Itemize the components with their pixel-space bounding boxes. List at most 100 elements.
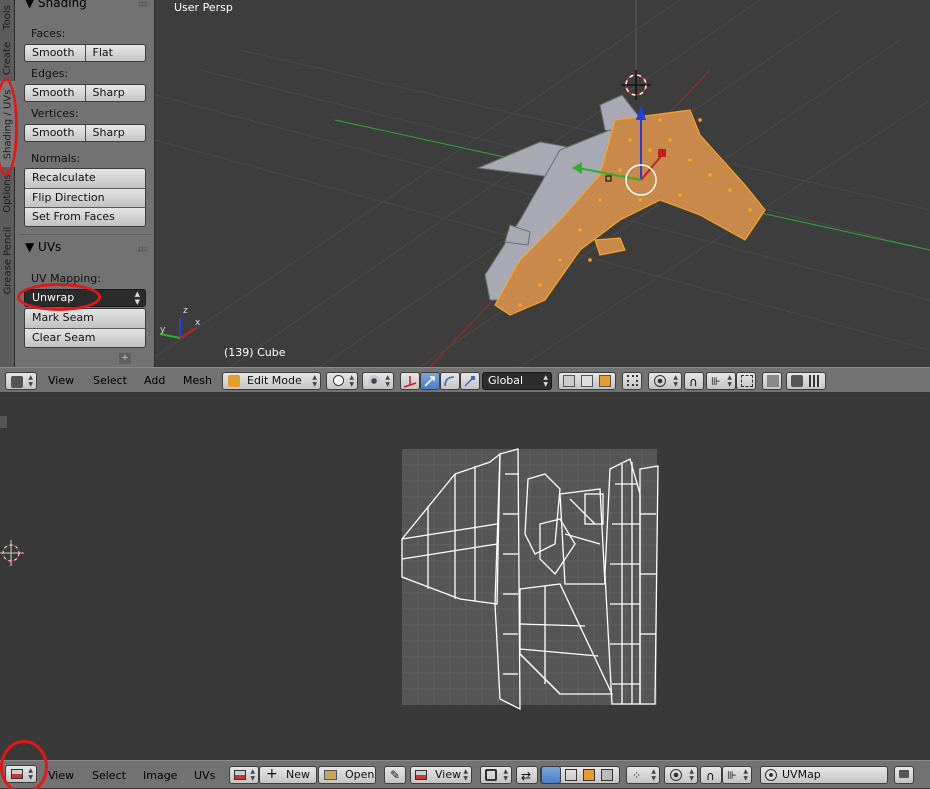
menu-view[interactable]: View (48, 372, 74, 390)
updown-arrows-icon: ▲ ▼ (673, 374, 678, 388)
menu-mesh[interactable]: Mesh (183, 372, 212, 390)
vertices-smooth-button[interactable]: Smooth (25, 125, 85, 141)
pivot-point-dropdown[interactable]: ▲ ▼ (362, 372, 394, 390)
rotate-manipulator-button[interactable] (440, 372, 460, 390)
snap-element-dropdown[interactable]: ⊪ ▲ ▼ (706, 372, 736, 390)
view-mode-dropdown[interactable]: View ▲ ▼ (410, 766, 472, 784)
vertex-select-icon[interactable] (563, 375, 575, 387)
faces-flat-button[interactable]: Flat (84, 45, 146, 61)
uv-map-field[interactable]: UVMap (760, 766, 888, 784)
select-mode-buttons[interactable] (558, 372, 616, 390)
face-select-icon[interactable] (599, 375, 611, 387)
uv-image-editor[interactable] (0, 394, 930, 760)
uv-select-mode-buttons[interactable] (540, 766, 620, 784)
updown-arrows-icon: ▲ ▼ (743, 768, 748, 782)
uv-pivot-dropdown[interactable]: ▲ ▼ (480, 766, 512, 784)
shading-panel-header[interactable]: ▼ Shading (25, 0, 87, 10)
tab-tools[interactable]: Tools (0, 0, 15, 35)
lock-icon (899, 770, 909, 778)
editor-type-button[interactable]: ▲ ▼ (5, 372, 37, 390)
menu-image[interactable]: Image (143, 767, 177, 785)
viewport-shading-dropdown[interactable]: ▲ ▼ (326, 372, 358, 390)
translate-manipulator-button[interactable] (420, 372, 440, 390)
vertices-label: Vertices: (31, 107, 79, 120)
clapper-icon[interactable] (809, 375, 821, 387)
tool-shelf-toggle-icon (0, 416, 7, 428)
sticky-selection-dropdown[interactable]: ⁘ ▲ ▼ (626, 766, 660, 784)
flip-direction-button[interactable]: Flip Direction (25, 188, 145, 207)
uv-face-select-icon[interactable] (583, 769, 595, 781)
tab-create[interactable]: Create (0, 36, 15, 80)
uv-editor-canvas[interactable] (0, 394, 930, 760)
panel-grip-icon[interactable] (138, 246, 148, 252)
uv-proportional-dropdown[interactable]: ▲ ▼ (664, 766, 698, 784)
edit-mode-icon (228, 375, 240, 387)
edge-select-icon[interactable] (581, 375, 593, 387)
tab-options[interactable]: Options (0, 168, 15, 218)
3d-viewport[interactable]: User Persp (139) Cube z y x Tools Create… (0, 0, 930, 367)
editor-type-button[interactable]: ▲ ▼ (5, 765, 37, 783)
uvs-panel-header[interactable]: ▼ UVs (25, 240, 61, 254)
uv-snap-element-dropdown[interactable]: ⊪ ▲ ▼ (722, 766, 752, 784)
add-panel-icon[interactable]: + (119, 353, 131, 364)
edges-sharp-button[interactable]: Sharp (84, 85, 146, 101)
faces-smooth-button[interactable]: Smooth (25, 45, 85, 61)
tool-shelf-tabs: Tools Create Shading / UVs Options Greas… (0, 0, 15, 367)
image-browse-dropdown[interactable]: ▲ ▼ (229, 766, 259, 784)
uv-snap-toggle[interactable]: ∩ (700, 766, 722, 784)
arrow-icon (424, 376, 435, 387)
edges-smooth-button[interactable]: Smooth (25, 85, 85, 101)
set-from-faces-button[interactable]: Set From Faces (25, 207, 145, 226)
menu-view[interactable]: View (48, 767, 74, 785)
rotate-arc-icon (444, 376, 455, 387)
pin-image-button[interactable]: ✎ (384, 766, 406, 784)
sync-selection-button[interactable]: ⇄ (516, 766, 538, 784)
orientation-label: Global (488, 374, 524, 387)
proportional-edit-dropdown[interactable]: ▲ ▼ (648, 372, 682, 390)
mark-seam-button[interactable]: Mark Seam (25, 309, 145, 328)
manipulator-toggle[interactable] (400, 372, 420, 390)
seam-button-column: Mark Seam Clear Seam (24, 308, 146, 348)
snap-toggle[interactable]: ∩ (684, 372, 704, 390)
camera-icon[interactable] (791, 375, 803, 387)
snap-increment-icon: ⊪ (711, 375, 721, 388)
tab-shading-uvs[interactable]: Shading / UVs (0, 81, 15, 167)
limit-selection-button[interactable] (622, 372, 642, 390)
open-image-button[interactable]: Open (318, 766, 376, 784)
menu-uvs[interactable]: UVs (194, 767, 215, 785)
vertices-sharp-button[interactable]: Sharp (84, 125, 146, 141)
new-image-button[interactable]: + New (259, 766, 317, 784)
panel-grip-icon[interactable] (138, 1, 148, 7)
updown-arrows-icon: ▲ ▼ (28, 767, 33, 781)
updown-arrows-icon: ▲ ▼ (28, 374, 33, 388)
scale-manipulator-button[interactable] (460, 372, 480, 390)
uv-island-select-icon[interactable] (601, 769, 613, 781)
tool-shelf: ▼ Shading Faces: Smooth Flat Edges: Smoo… (15, 0, 155, 367)
2d-cursor[interactable] (0, 540, 24, 566)
object-info: (139) Cube (224, 346, 286, 359)
menu-select[interactable]: Select (93, 372, 127, 390)
clear-seam-button[interactable]: Clear Seam (25, 328, 145, 347)
uv-vertex-select-icon[interactable] (541, 766, 561, 784)
layers-button[interactable] (736, 372, 756, 390)
copy-layout-button[interactable] (762, 372, 782, 390)
magnet-icon: ∩ (689, 375, 698, 389)
tab-grease-pencil[interactable]: Grease Pencil (0, 219, 15, 301)
uv-grid-area (402, 449, 657, 705)
cube-icon (11, 376, 23, 388)
view-name: User Persp (174, 1, 233, 14)
uv-edge-select-icon[interactable] (565, 769, 577, 781)
menu-select[interactable]: Select (92, 767, 126, 785)
recalculate-button[interactable]: Recalculate (25, 169, 145, 188)
render-buttons[interactable] (786, 372, 826, 390)
uv-mapping-dropdown[interactable]: Unwrap ▲ ▼ (24, 289, 146, 307)
lock-button[interactable] (894, 766, 914, 784)
mode-label: Edit Mode (247, 374, 302, 387)
normals-button-column: Recalculate Flip Direction Set From Face… (24, 168, 146, 227)
menu-add[interactable]: Add (144, 372, 165, 390)
3d-cursor[interactable] (621, 70, 651, 100)
mode-dropdown[interactable]: Edit Mode ▲ ▼ (222, 372, 321, 390)
updown-arrows-icon: ▲ ▼ (250, 768, 255, 782)
transform-orientation-dropdown[interactable]: Global ▲ ▼ (482, 372, 552, 390)
updown-arrows-icon: ▲ ▼ (727, 374, 732, 388)
